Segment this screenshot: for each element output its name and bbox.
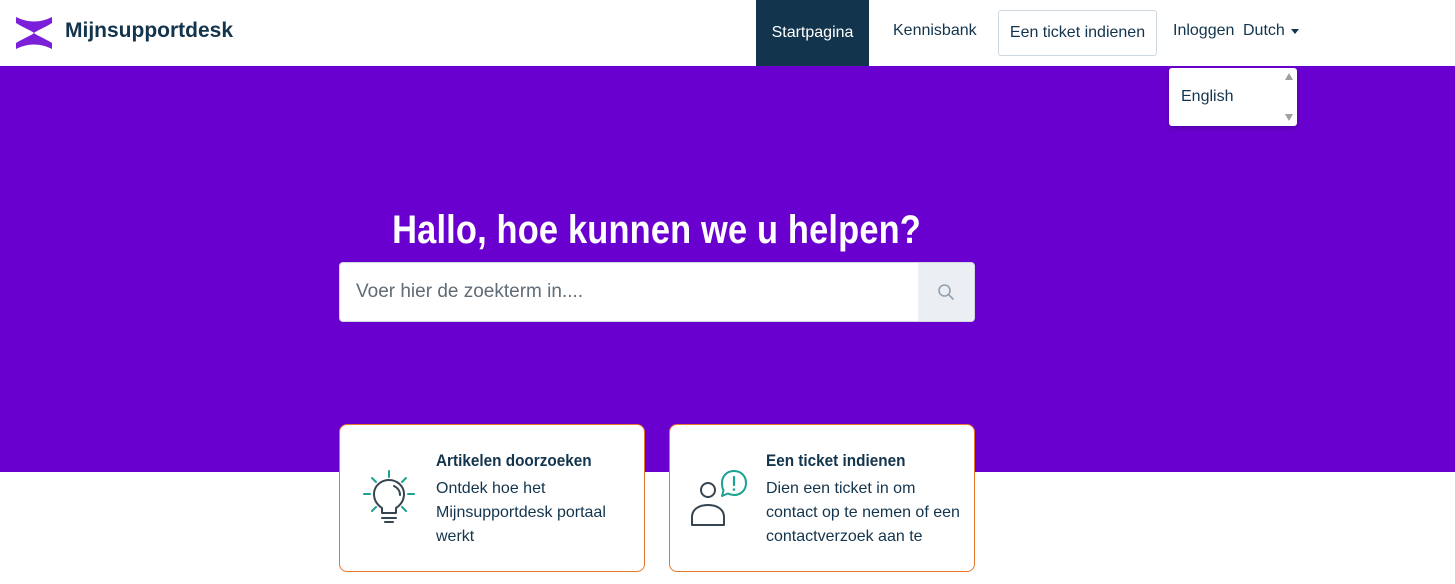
language-dropdown: English xyxy=(1169,68,1297,126)
card-submit-ticket[interactable]: Een ticket indienen Dien een ticket in o… xyxy=(669,424,975,572)
search-button[interactable] xyxy=(918,263,974,321)
login-link[interactable]: Inloggen xyxy=(1173,0,1234,62)
person-alert-icon xyxy=(688,467,750,531)
search-input[interactable] xyxy=(340,263,918,321)
search-icon xyxy=(938,284,954,300)
language-label: Dutch xyxy=(1243,22,1285,39)
hero-title: Hallo, hoe kunnen we u helpen? xyxy=(392,208,921,252)
card-browse-articles[interactable]: Artikelen doorzoeken Ontdek hoe het Mijn… xyxy=(339,424,645,572)
scroll-up-icon[interactable] xyxy=(1285,73,1293,80)
card-title: Een ticket indienen xyxy=(766,451,906,470)
card-description: Ontdek hoe het Mijnsupportdesk portaal w… xyxy=(436,480,606,545)
submit-ticket-button[interactable]: Een ticket indienen xyxy=(998,10,1157,56)
lightbulb-icon xyxy=(358,467,420,531)
card-description: Dien een ticket in om contact op te neme… xyxy=(766,480,960,545)
language-selector[interactable]: Dutch xyxy=(1243,0,1299,62)
nav-knowledge-base[interactable]: Kennisbank xyxy=(893,0,977,62)
nav-home[interactable]: Startpagina xyxy=(756,0,869,66)
top-navbar: Mijnsupportdesk Startpagina Kennisbank E… xyxy=(0,0,1455,66)
language-option-english[interactable]: English xyxy=(1181,88,1233,106)
card-title: Artikelen doorzoeken xyxy=(436,451,592,470)
logo-icon[interactable] xyxy=(14,15,54,51)
brand-name[interactable]: Mijnsupportdesk xyxy=(65,19,233,43)
caret-down-icon xyxy=(1290,28,1299,34)
scroll-down-icon[interactable] xyxy=(1285,114,1293,121)
search-bar xyxy=(339,262,975,322)
